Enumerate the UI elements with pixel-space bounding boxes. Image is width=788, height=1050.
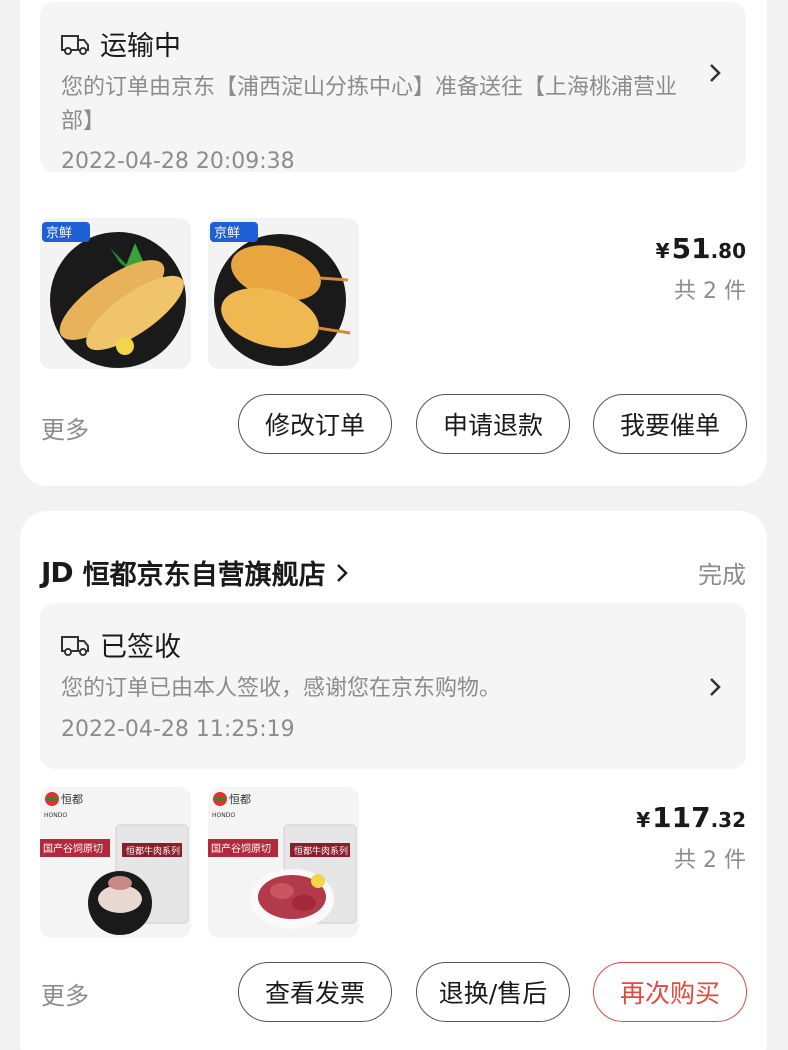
logistics-status-box[interactable]: 已签收 您的订单已由本人签收，感谢您在京东购物。 2022-04-28 11:2… [40,603,746,769]
request-refund-button[interactable]: 申请退款 [416,394,570,454]
jd-logo: JD [41,556,74,589]
currency-symbol: ¥ [636,808,651,832]
modify-order-button[interactable]: 修改订单 [238,394,392,454]
logistics-status-box[interactable]: 运输中 您的订单由京东【浦西淀山分拣中心】准备送往【上海桃浦营业部】 2022-… [40,2,746,174]
status-title: 运输中 [100,31,181,62]
chevron-right-icon [336,563,348,582]
view-invoice-button[interactable]: 查看发票 [238,962,392,1022]
price-integer: 51 [671,232,711,265]
order-price: ¥51.80 共 2 件 [656,232,746,305]
product-image-fish[interactable]: 京鲜 [40,218,191,369]
brand-logo: 恒都 [229,793,251,806]
shop-header[interactable]: JD 恒都京东自营旗舰店 [41,553,348,592]
product-image-shrimp[interactable]: 京鲜 [208,218,359,369]
brand-en: HONDO [44,812,67,819]
pack-label: 恒都牛肉系列 [294,845,348,857]
order-card: JD 恒都京东自营旗舰店 完成 已签收 您的订单已由本人签收，感谢您在京东购物。… [20,511,767,1050]
price-integer: 117 [652,801,711,834]
jingxian-logo: 京鲜 [46,226,72,241]
status-description: 您的订单由京东【浦西淀山分拣中心】准备送往【上海桃浦营业部】 [61,75,678,134]
status-header: 运输中 [60,24,181,63]
urge-order-button[interactable]: 我要催单 [593,394,747,454]
status-description: 您的订单已由本人签收，感谢您在京东购物。 [61,676,502,701]
brand-en: HONDO [212,812,235,819]
price-cents: .80 [710,239,746,263]
shop-name: 恒都京东自营旗舰店 [82,560,326,591]
return-aftersale-button[interactable]: 退换/售后 [416,962,570,1022]
status-time: 2022-04-28 11:25:19 [61,717,295,742]
order-status-label: 完成 [698,561,746,589]
more-link[interactable]: 更多 [41,976,89,1011]
truck-check-icon [61,635,89,656]
item-count: 共 2 件 [674,848,746,873]
chevron-right-icon[interactable] [708,62,722,84]
item-count: 共 2 件 [674,279,746,304]
jingxian-logo: 京鲜 [214,226,240,241]
truck-icon [61,34,89,55]
more-link[interactable]: 更多 [41,410,89,445]
product-banner: 国产谷饲原切 [211,842,271,855]
pack-label: 恒都牛肉系列 [126,845,180,857]
status-header: 已签收 [60,625,181,664]
buy-again-button[interactable]: 再次购买 [593,962,747,1022]
product-banner: 国产谷饲原切 [43,842,103,855]
order-price: ¥117.32 共 2 件 [636,801,746,874]
status-time: 2022-04-28 20:09:38 [61,149,295,174]
price-amount: ¥117.32 [636,801,746,834]
chevron-right-icon[interactable] [708,676,722,698]
product-image-beef-1[interactable]: 恒都 HONDO 国产谷饲原切 恒都牛肉系列 [40,787,191,938]
price-cents: .32 [710,808,746,832]
status-title: 已签收 [100,632,181,663]
product-image-beef-2[interactable]: 恒都 HONDO 国产谷饲原切 恒都牛肉系列 [208,787,359,938]
price-amount: ¥51.80 [656,232,746,265]
currency-symbol: ¥ [655,239,670,263]
brand-logo: 恒都 [61,793,83,806]
order-card: 运输中 您的订单由京东【浦西淀山分拣中心】准备送往【上海桃浦营业部】 2022-… [20,0,767,486]
